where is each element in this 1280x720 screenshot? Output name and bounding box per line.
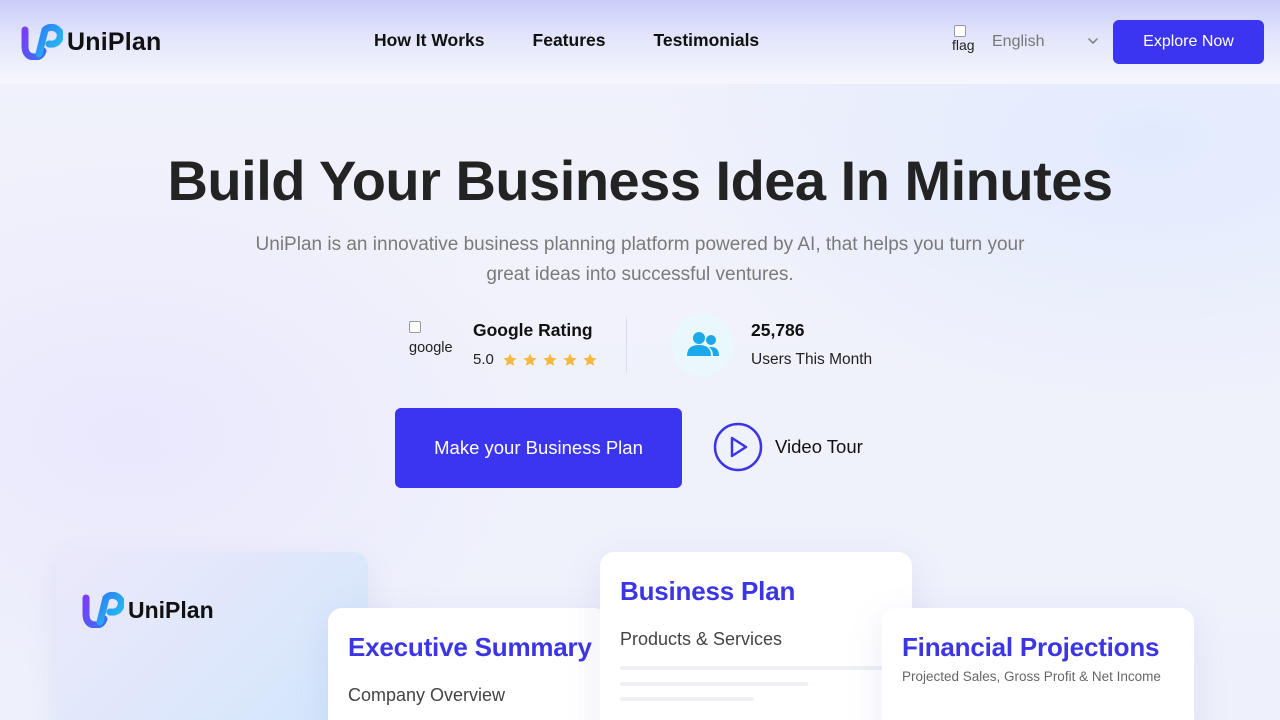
play-icon — [713, 422, 763, 472]
financial-projections-sub: Projected Sales, Gross Profit & Net Inco… — [902, 669, 1161, 684]
star-icon — [503, 352, 517, 366]
executive-summary-title: Executive Summary — [348, 632, 592, 662]
rating-value: 5.0 — [473, 351, 494, 368]
nav-how-it-works[interactable]: How It Works — [374, 30, 485, 51]
uniplan-logo-icon — [82, 592, 124, 628]
brand-logo[interactable]: UniPlan — [19, 24, 161, 60]
chevron-down-icon — [1088, 38, 1098, 44]
brand-name: UniPlan — [67, 27, 162, 56]
star-icon — [523, 352, 537, 366]
video-tour-link[interactable]: Video Tour — [713, 422, 863, 472]
users-icon — [686, 331, 719, 356]
broken-image-icon — [409, 321, 421, 333]
video-tour-label: Video Tour — [775, 436, 863, 457]
star-icon — [583, 352, 597, 366]
star-icon — [543, 352, 557, 366]
executive-summary-card: Executive Summary Company Overview — [328, 608, 608, 720]
users-badge — [671, 313, 734, 376]
google-image: google — [409, 318, 461, 358]
site-header: UniPlan How It Works Features Testimonia… — [0, 0, 1280, 84]
google-alt-text: google — [409, 340, 453, 356]
star-icon — [563, 352, 577, 366]
brand-card: UniPlan — [56, 552, 368, 720]
placeholder-line — [620, 697, 754, 701]
main-nav: How It Works Features Testimonials — [374, 30, 759, 51]
nav-features[interactable]: Features — [533, 30, 606, 51]
card-brand-logo: UniPlan — [80, 592, 214, 628]
users-stats: 25,786 Users This Month — [751, 320, 872, 369]
nav-testimonials[interactable]: Testimonials — [653, 30, 759, 51]
rating-info: Google Rating 5.0 — [473, 318, 602, 368]
google-rating: google Google Rating 5.0 — [409, 318, 602, 368]
flag-image: flag — [952, 24, 978, 60]
uniplan-logo-icon — [21, 24, 63, 60]
financial-projections-card: Financial Projections Projected Sales, G… — [882, 608, 1194, 720]
broken-image-icon — [954, 25, 966, 37]
stats-divider — [626, 317, 627, 373]
executive-summary-sub: Company Overview — [348, 685, 506, 705]
users-label: Users This Month — [751, 351, 873, 368]
users-count: 25,786 — [751, 320, 805, 340]
card-brand-name: UniPlan — [128, 596, 214, 623]
explore-now-button[interactable]: Explore Now — [1113, 20, 1264, 64]
financial-projections-title: Financial Projections — [902, 632, 1160, 662]
language-selector[interactable]: flag English — [952, 22, 1102, 62]
hero-subtitle: UniPlan is an innovative business planni… — [255, 234, 1025, 285]
rating-title: Google Rating — [473, 320, 593, 340]
business-plan-title: Business Plan — [620, 576, 796, 606]
business-plan-card: Business Plan Products & Services — [600, 552, 912, 720]
flag-alt-text: flag — [952, 37, 975, 53]
hero-title: Build Your Business Idea In Minutes — [167, 149, 1113, 212]
placeholder-line — [620, 666, 882, 670]
business-plan-sub: Products & Services — [620, 629, 783, 649]
placeholder-line — [620, 682, 808, 686]
language-label: English — [992, 33, 1045, 50]
make-business-plan-button[interactable]: Make your Business Plan — [395, 408, 682, 488]
rating-row: 5.0 — [473, 351, 602, 368]
